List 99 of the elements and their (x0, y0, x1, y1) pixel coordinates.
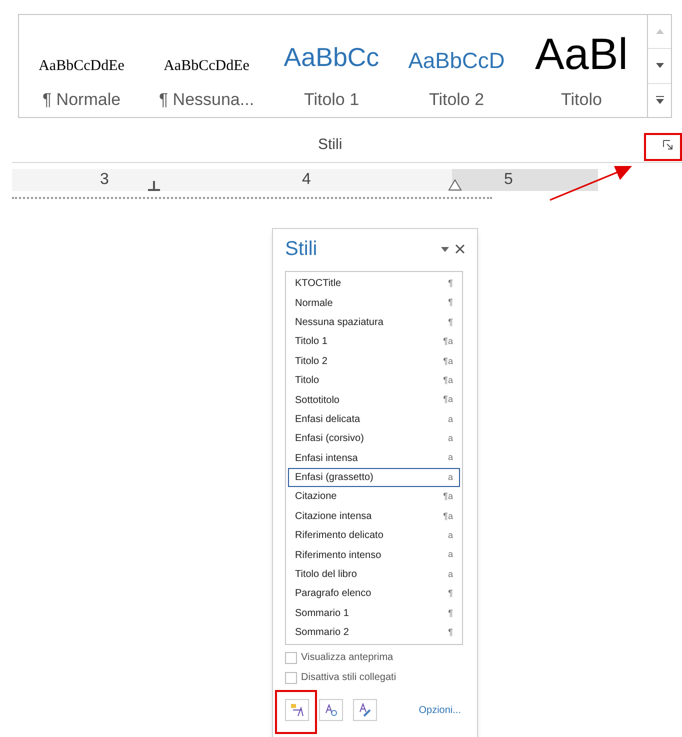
style-type-mark: ¶ (448, 276, 453, 290)
style-type-mark: ¶a (443, 510, 453, 523)
style-type-mark: a (448, 412, 453, 426)
style-type-mark: a (448, 568, 453, 581)
style-label: KTOCTitle (295, 277, 342, 292)
up-arrow-icon (656, 29, 664, 34)
style-label: Sommario 2 (295, 626, 349, 640)
ruler-number: 4 (302, 170, 311, 190)
checkbox-label: Visualizza anteprima (301, 651, 394, 666)
style-list-item[interactable]: Titolo del libro a (288, 564, 460, 584)
style-preview: AaBl (535, 33, 628, 77)
style-label: Titolo (295, 374, 320, 388)
style-name: Titolo 1 (304, 89, 360, 111)
style-type-mark: ¶a (443, 354, 453, 368)
style-list-item[interactable]: Nessuna spaziatura ¶ (288, 312, 460, 332)
style-gallery-item[interactable]: AaBbCcDdEe ¶ Nessuna... (144, 15, 269, 117)
checkbox[interactable] (285, 672, 297, 684)
style-type-mark: a (448, 432, 453, 446)
style-label: Enfasi delicata (295, 412, 360, 427)
style-list-item[interactable]: Enfasi intensa a (288, 448, 460, 468)
style-label: Nessuna spaziatura (295, 316, 384, 330)
style-preview: AaBbCc (284, 41, 380, 74)
style-type-mark: ¶a (443, 490, 453, 504)
options-link[interactable]: Opzioni... (418, 702, 461, 718)
style-type-mark: a (448, 451, 453, 464)
style-label: Citazione intensa (295, 510, 372, 524)
style-list-item[interactable]: Enfasi (corsivo) a (288, 429, 460, 449)
ruler-number: 5 (504, 170, 513, 190)
style-list-item[interactable]: Titolo 2 ¶a (288, 352, 460, 371)
group-label: Stili (318, 134, 342, 155)
style-label: Titolo 1 (295, 335, 328, 350)
style-type-mark: ¶a (443, 335, 453, 348)
ruler-number: 3 (100, 170, 109, 190)
style-gallery-item[interactable]: AaBbCcDdEe ¶ Normale (19, 15, 144, 117)
style-label: Sottotitolo (295, 394, 340, 408)
style-label: Enfasi (corsivo) (295, 432, 364, 446)
style-label: Riferimento delicato (295, 529, 384, 544)
dropdown-icon (441, 246, 449, 252)
style-list-item[interactable]: Paragrafo elenco ¶ (288, 584, 460, 604)
style-name: ¶ Normale (42, 89, 121, 111)
style-list-item[interactable]: Enfasi delicata a (288, 410, 460, 430)
style-list-item[interactable]: Citazione ¶a (288, 487, 460, 507)
style-list-item[interactable]: Enfasi (grassetto) a (288, 468, 460, 488)
style-type-mark: ¶ (448, 626, 453, 639)
style-type-mark: a (448, 470, 453, 484)
style-label: Enfasi intensa (295, 452, 358, 466)
style-label: Riferimento intenso (295, 548, 382, 563)
style-label: Sommario 1 (295, 606, 349, 621)
expand-icon (656, 96, 664, 104)
style-preview: AaBbCcDdEe (164, 56, 250, 76)
checkbox[interactable] (285, 652, 297, 664)
style-gallery-item[interactable]: AaBl Titolo (519, 15, 644, 117)
style-label: Paragrafo elenco (295, 587, 372, 602)
style-list-item[interactable]: Riferimento delicato a (288, 526, 460, 546)
style-type-mark: a (448, 529, 453, 542)
style-type-mark: ¶ (448, 587, 453, 600)
style-label: Titolo 2 (295, 354, 328, 369)
style-name: Titolo 2 (428, 89, 484, 111)
close-button[interactable] (455, 244, 465, 254)
style-list-item[interactable]: Sommario 2 ¶ (288, 623, 460, 642)
style-type-mark: ¶ (448, 606, 453, 620)
style-label: Normale (295, 296, 333, 311)
tab-stop-icon (148, 181, 160, 191)
style-preview: AaBbCcD (408, 47, 505, 75)
style-type-mark: a (448, 548, 453, 562)
down-arrow-icon (656, 63, 664, 68)
style-gallery-item[interactable]: AaBbCc Titolo 1 (269, 15, 394, 117)
pane-menu-button[interactable] (441, 246, 449, 252)
close-icon (455, 244, 465, 254)
style-list-item[interactable]: Riferimento intenso a (288, 545, 460, 565)
style-preview: AaBbCcDdEe (38, 56, 124, 76)
pane-title: Stili (285, 237, 318, 262)
style-name: ¶ Nessuna... (158, 89, 254, 111)
style-list-item[interactable]: Sommario 1 ¶ (288, 604, 460, 624)
checkbox-label: Disattiva stili collegati (301, 671, 396, 686)
style-type-mark: ¶ (448, 296, 453, 310)
style-list-item[interactable]: Normale ¶ (288, 293, 460, 313)
manage-styles-icon (358, 703, 372, 718)
style-name: Titolo (561, 89, 602, 111)
style-type-mark: ¶a (443, 393, 453, 406)
style-label: Titolo del libro (295, 568, 357, 582)
style-type-mark: ¶a (443, 374, 453, 387)
style-inspector-button[interactable] (319, 699, 343, 722)
style-list-item[interactable]: Sottotitolo ¶a (288, 390, 460, 410)
inspector-icon (324, 703, 338, 718)
style-list-item[interactable]: KTOCTitle ¶ (288, 274, 460, 294)
style-type-mark: ¶ (448, 316, 453, 329)
new-style-button[interactable] (285, 699, 309, 722)
style-label: Citazione (295, 490, 337, 504)
manage-styles-button[interactable] (353, 699, 377, 722)
new-style-icon (290, 703, 304, 718)
highlight-frame (275, 690, 317, 734)
style-label: Enfasi (grassetto) (295, 471, 374, 486)
highlight-frame (644, 133, 682, 161)
style-gallery-item[interactable]: AaBbCcD Titolo 2 (394, 15, 519, 117)
style-list-item[interactable]: Titolo ¶a (288, 370, 460, 390)
style-list-item[interactable]: Titolo 1 ¶a (288, 332, 460, 352)
style-list-item[interactable]: Citazione intensa ¶a (288, 506, 460, 526)
launcher-icon (663, 140, 673, 150)
